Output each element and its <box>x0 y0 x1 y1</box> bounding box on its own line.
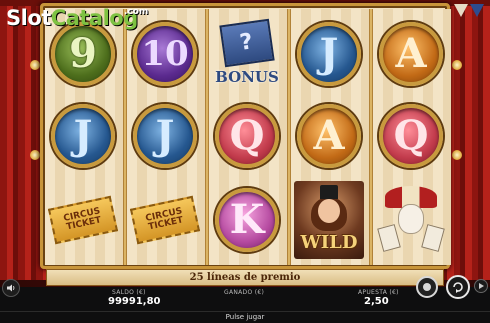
symbol-label: WILD <box>300 232 358 253</box>
queen-symbol: Q <box>376 98 446 174</box>
lamp <box>30 150 40 160</box>
mystery-box-icon <box>219 18 275 68</box>
autoplay-icon <box>479 283 484 289</box>
circus-ticket-symbol: CIRCUS TICKET <box>129 182 201 258</box>
lamp <box>452 150 462 160</box>
autoplay-button[interactable] <box>474 279 488 293</box>
paylines-text: 25 líneas de premio <box>189 272 301 283</box>
symbol-coin: 9 <box>51 22 115 86</box>
speaker-icon <box>7 284 15 292</box>
symbol-label: CIRCUS TICKET <box>62 205 103 233</box>
symbol-label: J <box>155 112 175 159</box>
bet-value[interactable]: 2,50 <box>364 296 389 307</box>
symbol-coin: Q <box>215 104 279 168</box>
wild-symbol: WILD <box>294 181 364 259</box>
balance-value: 99991,80 <box>108 296 161 307</box>
symbol-label: BONUS <box>215 68 279 86</box>
spin-icon <box>453 282 463 293</box>
symbol-coin: Q <box>379 104 443 168</box>
symbol-coin: A <box>379 22 443 86</box>
symbol-coin: 10 <box>133 22 197 86</box>
symbol-label: Q <box>229 112 265 159</box>
spin-button[interactable] <box>446 275 470 299</box>
symbol-label: A <box>313 112 345 159</box>
ringmaster-icon: WILD <box>294 181 364 259</box>
ticket-icon: CIRCUS TICKET <box>47 195 119 245</box>
lamp <box>452 60 462 70</box>
symbol-label: J <box>73 112 93 159</box>
jack-symbol: J <box>130 98 200 174</box>
jack-symbol: J <box>294 16 364 92</box>
king-symbol: K <box>212 182 282 258</box>
jack-symbol: J <box>48 98 118 174</box>
ticket-icon: CIRCUS TICKET <box>129 195 201 245</box>
joker-symbol <box>376 182 446 258</box>
queen-symbol: Q <box>212 98 282 174</box>
win-label: GANADO (€) <box>224 289 265 296</box>
sound-button[interactable] <box>2 279 20 297</box>
symbol-coin: K <box>215 188 279 252</box>
symbol-label: Q <box>393 112 429 159</box>
symbol-coin: J <box>51 104 115 168</box>
ace-symbol: A <box>376 16 446 92</box>
bonus-symbol: BONUS <box>212 16 282 92</box>
jester-icon <box>376 182 446 258</box>
paylines-bar: 25 líneas de premio <box>46 269 444 286</box>
bet-chip-button[interactable] <box>416 276 438 298</box>
ace-symbol: A <box>294 98 364 174</box>
bet-label: APUESTA (€) <box>358 289 399 296</box>
symbol-label: A <box>395 30 427 77</box>
balance-label: SALDO (€) <box>112 289 146 296</box>
symbol-label: 9 <box>69 30 97 77</box>
slotcatalog-logo: SlotCatalog <box>6 6 138 30</box>
press-play-text: Pulse jugar <box>225 313 265 321</box>
symbol-label: K <box>229 196 265 243</box>
ten-symbol: 10 <box>130 16 200 92</box>
symbol-label: CIRCUS TICKET <box>144 205 185 233</box>
symbol-label: 10 <box>141 34 189 74</box>
lamp <box>30 60 40 70</box>
slotcatalog-logo-com: .com <box>124 7 149 17</box>
symbol-coin: J <box>297 22 361 86</box>
circus-ticket-symbol: CIRCUS TICKET <box>47 182 119 258</box>
game-stage: 9JCIRCUS TICKET10JCIRCUS TICKETBONUSQKJA… <box>0 0 490 323</box>
reel-frame: 9JCIRCUS TICKET10JCIRCUS TICKETBONUSQKJA… <box>40 3 451 269</box>
symbol-coin: J <box>133 104 197 168</box>
symbol-label: J <box>319 30 339 77</box>
symbol-coin: A <box>297 104 361 168</box>
